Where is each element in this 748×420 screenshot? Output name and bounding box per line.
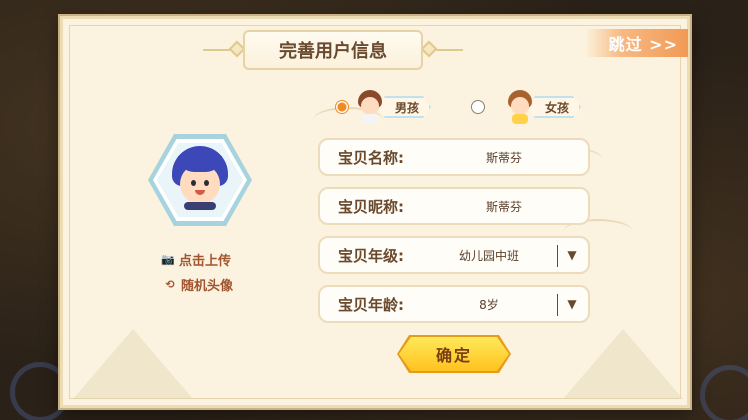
- camera-icon: 📷: [161, 253, 175, 266]
- age-select-label: 宝贝年龄:: [338, 295, 404, 314]
- dialog-title: 完善用户信息: [243, 30, 423, 70]
- skip-button-label: 跳过 >>: [608, 35, 678, 54]
- dropdown-arrow-icon[interactable]: ▼: [564, 246, 580, 264]
- random-avatar-button[interactable]: ⟲ 随机头像: [163, 275, 233, 294]
- boy-icon: [355, 90, 385, 124]
- name-field-label: 宝贝名称:: [338, 148, 404, 167]
- refresh-icon: ⟲: [165, 278, 175, 291]
- upload-avatar-label: 点击上传: [179, 254, 232, 269]
- age-select-value[interactable]: 8岁: [420, 296, 588, 313]
- dropdown-arrow-icon[interactable]: ▼: [564, 295, 580, 313]
- gender-option-girl[interactable]: 女孩: [471, 90, 581, 124]
- random-avatar-label: 随机头像: [181, 279, 234, 294]
- age-select-divider: [556, 294, 558, 316]
- dialog-title-bar: 完善用户信息: [203, 30, 463, 70]
- girl-label: 女孩: [527, 96, 581, 118]
- avatar-frame[interactable]: [148, 134, 252, 226]
- mountain-decoration: [73, 329, 193, 399]
- age-select[interactable]: 宝贝年龄: 8岁 ▼: [318, 285, 590, 323]
- nickname-field[interactable]: 宝贝昵称: 斯蒂芬: [318, 187, 590, 225]
- upload-avatar-button[interactable]: 📷 点击上传: [161, 250, 231, 269]
- grade-select-divider: [556, 245, 558, 267]
- boy-label: 男孩: [377, 96, 431, 118]
- nickname-field-value[interactable]: 斯蒂芬: [420, 198, 588, 215]
- boy-radio[interactable]: [335, 100, 349, 114]
- confirm-button[interactable]: 确定: [399, 337, 509, 371]
- mountain-decoration: [563, 329, 683, 399]
- gender-option-boy[interactable]: 男孩: [335, 90, 431, 124]
- skip-button[interactable]: 跳过 >>: [586, 29, 688, 57]
- name-field[interactable]: 宝贝名称: 斯蒂芬: [318, 138, 590, 176]
- girl-radio[interactable]: [471, 100, 485, 114]
- girl-icon: [505, 90, 535, 124]
- name-field-value[interactable]: 斯蒂芬: [420, 149, 588, 166]
- grade-select-label: 宝贝年级:: [338, 246, 404, 265]
- grade-select-value[interactable]: 幼儿园中班: [420, 247, 588, 264]
- confirm-button-label: 确定: [435, 346, 472, 365]
- nickname-field-label: 宝贝昵称:: [338, 197, 404, 216]
- grade-select[interactable]: 宝贝年级: 幼儿园中班 ▼: [318, 236, 590, 274]
- title-diamond-right: [420, 40, 438, 58]
- avatar-image: [172, 146, 228, 210]
